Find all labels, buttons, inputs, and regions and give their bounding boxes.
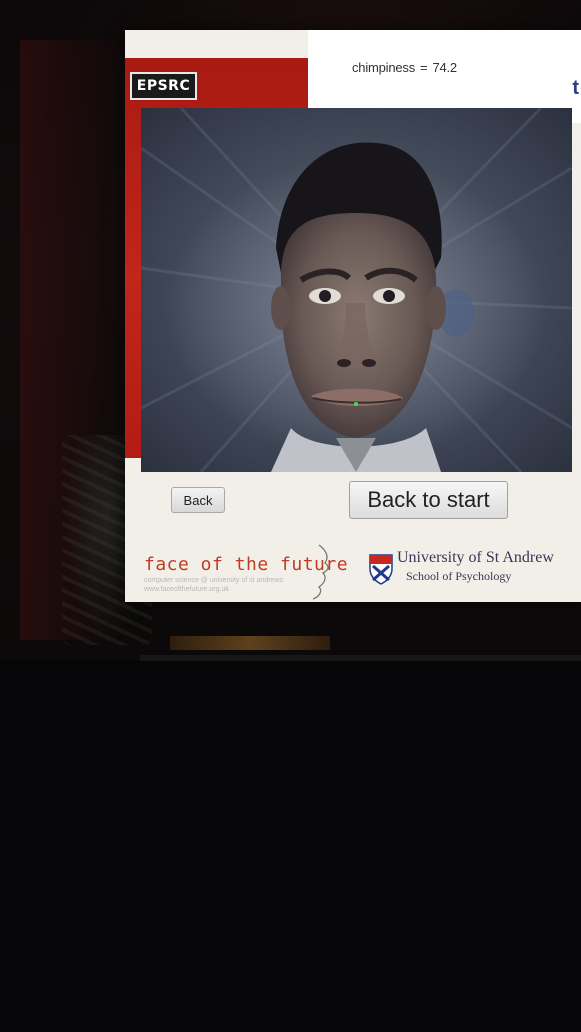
score-label: chimpiness (352, 60, 416, 75)
score-value: 74.2 (432, 60, 457, 75)
screen-viewport: chimpiness = 74.2 t EPSRC Back Back to s… (125, 30, 581, 602)
face-illustration (141, 108, 572, 472)
epsrc-logo: EPSRC (130, 72, 197, 100)
face-of-the-future-subtitle: computer science @ university of st andr… (144, 576, 283, 594)
chimpiness-readout: chimpiness = 74.2 (352, 60, 457, 75)
app-screen: chimpiness = 74.2 t EPSRC Back Back to s… (125, 30, 581, 602)
face-profile-line-icon (312, 544, 329, 600)
morphed-face-image (141, 108, 572, 472)
university-crest-icon (369, 554, 393, 585)
desk-light-strip (170, 636, 330, 650)
project-line-2: www.faceofthefuture.org.uk (144, 586, 229, 593)
back-button[interactable]: Back (171, 487, 225, 513)
cut-off-link[interactable]: t (572, 77, 579, 100)
footer-logos: face of the future computer science @ un… (125, 533, 581, 602)
back-to-start-button[interactable]: Back to start (349, 481, 508, 519)
school-name: School of Psychology (406, 569, 512, 583)
monitor-bottom-edge (140, 655, 581, 661)
score-equals: = (420, 60, 428, 75)
project-line-1: computer science @ university of st andr… (144, 577, 283, 584)
university-name: University of St Andrew (397, 549, 554, 566)
epsrc-logo-text: EPSRC (136, 78, 191, 94)
navigation-controls: Back Back to start (125, 472, 581, 532)
